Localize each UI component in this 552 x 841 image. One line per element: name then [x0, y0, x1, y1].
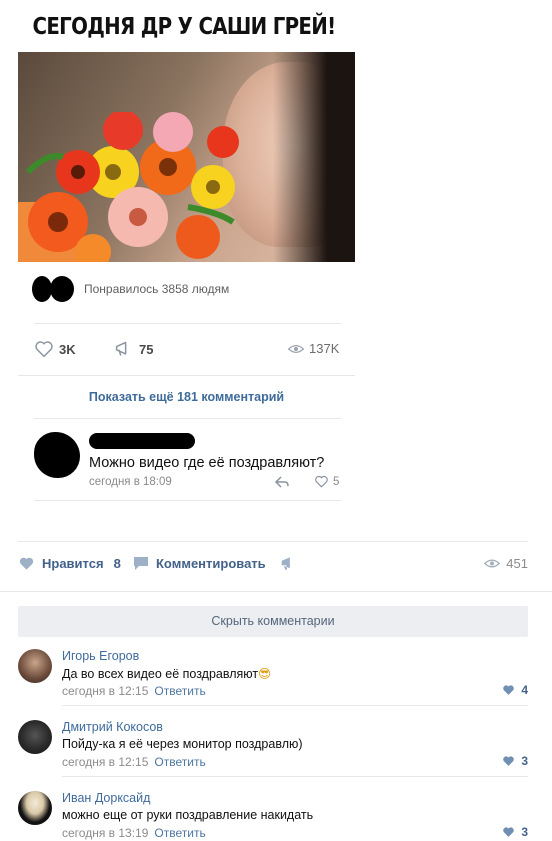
comment-text: Да во всех видео её поздравляют😎 — [62, 666, 272, 681]
like-label: Нравится — [42, 556, 104, 571]
comment-like-count: 3 — [521, 825, 528, 839]
avatar[interactable] — [18, 791, 52, 825]
divider — [62, 705, 528, 706]
avatar[interactable] — [18, 720, 52, 754]
comment-text: Пойду-ка я её через монитор поздравлю) — [62, 737, 303, 751]
comment-label: Комментировать — [156, 556, 266, 571]
views-counter: 451 — [484, 556, 528, 571]
divider — [18, 375, 355, 376]
comment-time: сегодня в 12:15 — [62, 684, 149, 698]
eye-icon — [484, 559, 501, 568]
heart-icon — [503, 685, 515, 695]
comment-time: сегодня в 13:19 — [62, 826, 149, 840]
avatar[interactable] — [18, 649, 52, 683]
comment-like-button[interactable]: 5 — [314, 475, 339, 488]
show-more-comments-link[interactable]: Показать ещё 181 комментарий — [18, 390, 355, 404]
liked-by-text: Понравилось 3858 людям — [84, 282, 230, 296]
post-views-count: 137K — [309, 341, 340, 356]
liked-by-row[interactable]: Понравилось 3858 людям — [32, 276, 229, 302]
redacted-name — [89, 433, 195, 449]
post-like-count: 3K — [59, 341, 76, 357]
megaphone-icon — [281, 557, 290, 570]
post-stats: 3K 75 137K — [34, 340, 344, 360]
hair-area — [273, 52, 355, 262]
divider — [0, 591, 552, 592]
comment-like-button[interactable]: 3 — [502, 825, 528, 839]
comment-button[interactable]: Комментировать — [133, 556, 266, 571]
comment-time: сегодня в 18:09 — [89, 476, 172, 488]
meme-title: СЕГОДНЯ ДР У САШИ ГРЕЙ! — [32, 14, 337, 40]
comment-like-count: 3 — [521, 754, 528, 768]
comment-meta: сегодня в 13:19 Ответить — [62, 826, 206, 840]
liker-avatar — [50, 276, 74, 302]
comment-icon — [134, 557, 148, 570]
divider — [18, 541, 528, 542]
flower-bouquet — [18, 112, 239, 262]
comment-like-button[interactable]: 3 — [502, 754, 528, 768]
post-share-count: 75 — [139, 341, 154, 357]
divider — [34, 323, 341, 324]
heart-icon — [315, 475, 328, 488]
reply-link[interactable]: Ответить — [154, 826, 205, 840]
divider — [34, 418, 341, 419]
divider — [62, 776, 528, 777]
like-count: 8 — [113, 556, 121, 571]
divider — [34, 500, 341, 501]
comment-like-count: 5 — [333, 475, 340, 488]
comment-time: сегодня в 12:15 — [62, 755, 149, 769]
share-button[interactable] — [280, 556, 297, 571]
post-actions-bar: Нравится 8 Комментировать 451 — [18, 556, 528, 576]
post-photo[interactable] — [18, 52, 355, 262]
liker-avatar — [32, 276, 52, 302]
views-count: 451 — [506, 556, 528, 571]
reply-icon[interactable] — [274, 475, 290, 489]
heart-icon — [503, 827, 515, 837]
eye-icon — [288, 344, 304, 353]
comment-like-count: 4 — [521, 683, 528, 697]
comment-meta: сегодня в 12:15 Ответить — [62, 684, 206, 698]
comment-author[interactable]: Игорь Егоров — [62, 649, 139, 663]
comment-author[interactable]: Иван Дорксайд — [62, 791, 150, 805]
comment-text: Можно видео где её поздравляют? — [89, 455, 325, 471]
reply-link[interactable]: Ответить — [154, 684, 205, 698]
comment-meta: сегодня в 12:15 Ответить — [62, 755, 206, 769]
post-like-button[interactable]: 3K — [34, 340, 76, 358]
heart-icon — [19, 557, 34, 570]
comment-like-button[interactable]: 4 — [502, 683, 528, 697]
post-share-button[interactable]: 75 — [114, 340, 153, 358]
heart-icon — [35, 341, 53, 358]
sunglasses-emoji-icon: 😎 — [258, 666, 272, 681]
heart-icon — [503, 756, 515, 766]
hide-comments-button[interactable]: Скрыть комментарии — [18, 606, 528, 637]
post-views: 137K — [288, 341, 339, 356]
comment-author[interactable]: Дмитрий Кокосов — [62, 720, 163, 734]
comment-text: можно еще от руки поздравление накидать — [62, 808, 314, 822]
reply-link[interactable]: Ответить — [154, 755, 205, 769]
like-button[interactable]: Нравится 8 — [18, 556, 121, 571]
megaphone-icon — [115, 341, 127, 356]
comment-avatar-redacted — [34, 432, 80, 478]
